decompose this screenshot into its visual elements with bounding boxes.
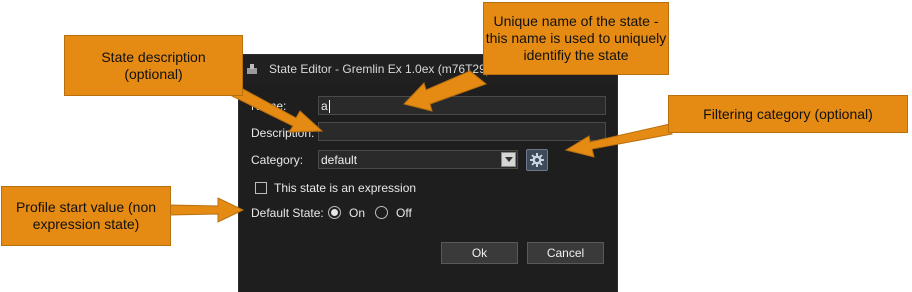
callout-filtering-category: Filtering category (optional) — [668, 95, 908, 133]
arrow-to-default-state — [169, 197, 245, 223]
callout-state-description: State description (optional) — [64, 35, 243, 96]
callout-filtering-category-text: Filtering category (optional) — [703, 105, 873, 122]
callout-state-description-text: State description (optional) — [101, 48, 206, 82]
arrow-to-category — [564, 123, 673, 158]
callout-profile-start: Profile start value (non expression stat… — [1, 186, 171, 246]
arrow-to-name — [403, 70, 488, 112]
callout-profile-start-text: Profile start value (non expression stat… — [15, 199, 157, 232]
callout-unique-name-text: Unique name of the state - this name is … — [485, 13, 667, 63]
callout-unique-name: Unique name of the state - this name is … — [483, 2, 669, 75]
